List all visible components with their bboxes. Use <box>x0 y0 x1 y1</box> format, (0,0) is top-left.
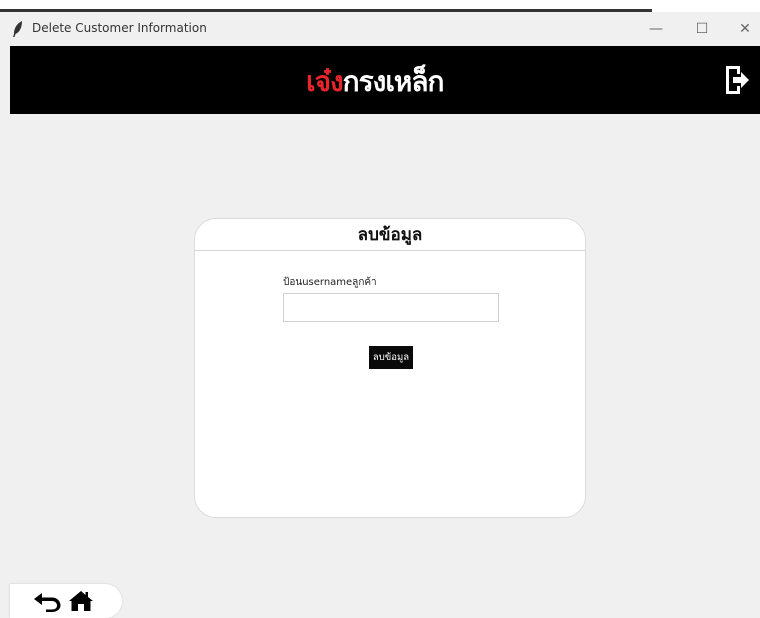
title-bar: Delete Customer Information — ☐ ✕ <box>0 12 760 46</box>
username-input[interactable] <box>283 293 499 322</box>
delete-button[interactable]: ลบข้อมูล <box>369 346 413 369</box>
feather-icon <box>13 21 22 37</box>
app-window: Delete Customer Information — ☐ ✕ เจ๋ง ก… <box>0 12 760 618</box>
card-header: ลบข้อมูล <box>195 219 585 251</box>
app-header: เจ๋ง กรงเหล็ก <box>10 46 760 114</box>
minimize-button[interactable]: — <box>633 12 679 46</box>
home-icon[interactable] <box>68 589 94 613</box>
top-strip <box>0 0 760 12</box>
card-title: ลบข้อมูล <box>357 225 423 245</box>
brand-logo-white: กรงเหล็ก <box>342 65 445 98</box>
back-arrow-icon[interactable] <box>32 590 62 612</box>
nav-pill <box>10 584 122 618</box>
logout-icon[interactable] <box>724 64 750 96</box>
brand-logo: เจ๋ง กรงเหล็ก <box>306 62 476 102</box>
main-content: ลบข้อมูล ป้อนusernameลูกค้า ลบข้อมูล <box>10 114 760 618</box>
brand-logo-red: เจ๋ง <box>306 65 344 98</box>
username-label: ป้อนusernameลูกค้า <box>283 277 377 288</box>
delete-card: ลบข้อมูล ป้อนusernameลูกค้า ลบข้อมูล <box>194 218 586 518</box>
maximize-button[interactable]: ☐ <box>679 12 725 46</box>
window-title: Delete Customer Information <box>32 21 207 35</box>
close-button[interactable]: ✕ <box>722 12 760 46</box>
